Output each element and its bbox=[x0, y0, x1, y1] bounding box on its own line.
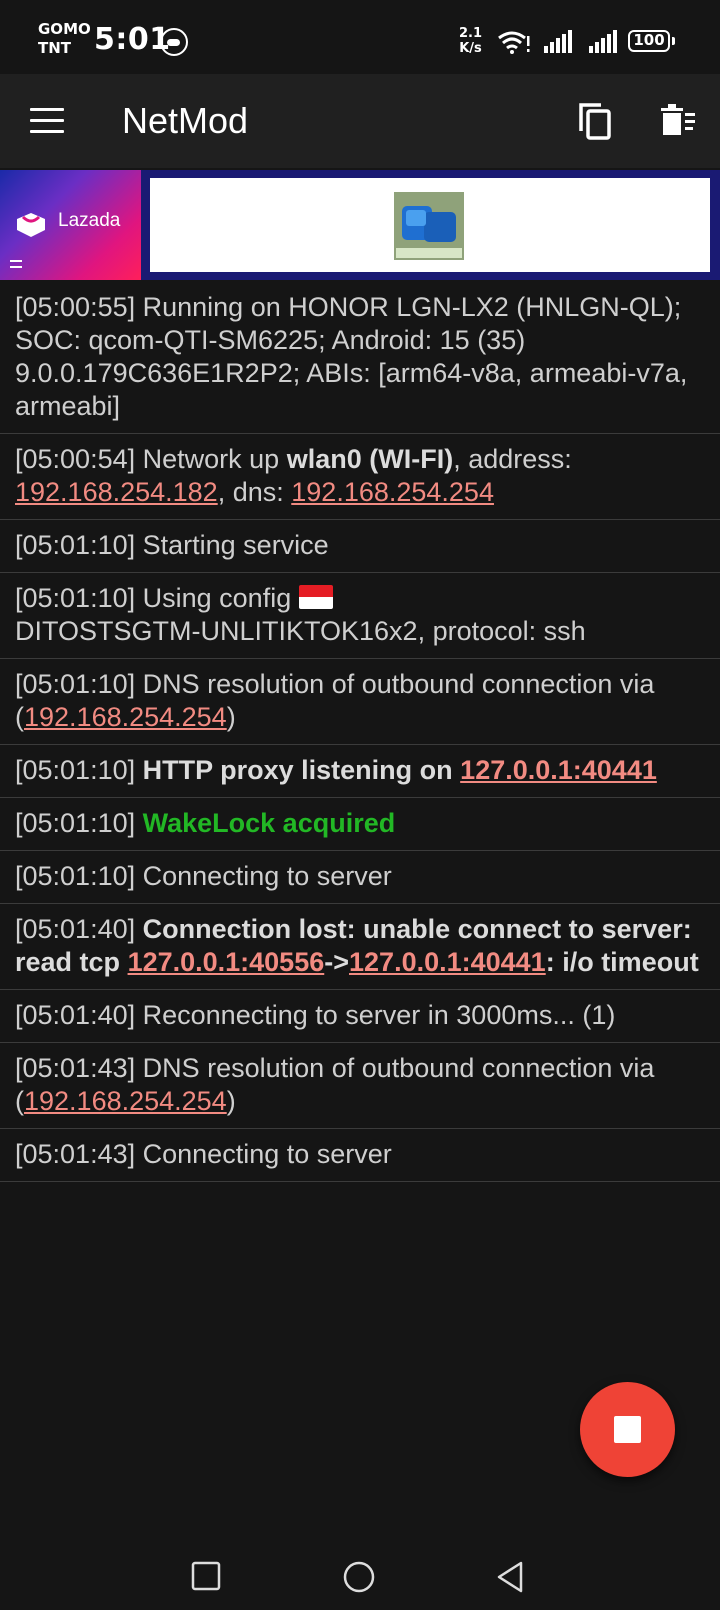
log-message: Using config bbox=[142, 583, 292, 613]
log-timestamp: [05:01:40] bbox=[15, 914, 136, 944]
log-list[interactable]: [05:00:55] Running on HONOR LGN-LX2 (HNL… bbox=[0, 282, 720, 1182]
home-icon[interactable] bbox=[342, 1560, 376, 1594]
network-speed-value: 2.1 bbox=[459, 26, 483, 41]
log-entry: [05:01:43] Connecting to server bbox=[0, 1129, 720, 1182]
log-entry: [05:01:10] Starting service bbox=[0, 520, 720, 573]
log-timestamp: [05:00:55] bbox=[15, 292, 136, 322]
log-message: HTTP proxy listening on bbox=[142, 755, 453, 785]
log-timestamp: [05:01:10] bbox=[15, 808, 136, 838]
arrow-separator: -> bbox=[324, 947, 350, 977]
ad-brand-label: Lazada bbox=[58, 210, 121, 231]
log-entry: [05:01:10] HTTP proxy listening on 127.0… bbox=[0, 745, 720, 798]
source-address-link[interactable]: 127.0.0.1:40556 bbox=[128, 947, 325, 977]
config-name: DITOSTSGTM-UNLITIKTOK16x2, protocol: ssh bbox=[15, 616, 586, 646]
back-icon[interactable] bbox=[494, 1560, 528, 1594]
log-timestamp: [05:01:43] bbox=[15, 1053, 136, 1083]
log-message: , address: bbox=[453, 444, 572, 474]
signal-icon bbox=[589, 30, 617, 53]
navigation-bar bbox=[0, 1530, 720, 1610]
copy-icon[interactable] bbox=[577, 101, 613, 141]
lazada-logo: Lazada bbox=[0, 170, 141, 280]
proxy-address-link[interactable]: 127.0.0.1:40441 bbox=[460, 755, 657, 785]
ad-menu-icon[interactable] bbox=[10, 260, 22, 268]
log-timestamp: [05:00:54] bbox=[15, 444, 136, 474]
dns-link[interactable]: 192.168.254.254 bbox=[291, 477, 494, 507]
app-title: NetMod bbox=[122, 100, 249, 141]
destination-address-link[interactable]: 127.0.0.1:40441 bbox=[349, 947, 546, 977]
delete-icon[interactable] bbox=[660, 103, 696, 139]
log-timestamp: [05:01:10] bbox=[15, 755, 136, 785]
log-message: Starting service bbox=[142, 530, 329, 560]
log-entry: [05:01:40] Reconnecting to server in 300… bbox=[0, 990, 720, 1043]
address-link[interactable]: 192.168.254.182 bbox=[15, 477, 218, 507]
network-speed: 2.1 K/s bbox=[459, 26, 482, 56]
battery-icon: 100 bbox=[628, 30, 675, 52]
signal-icon bbox=[544, 30, 572, 53]
log-timestamp: [05:01:43] bbox=[15, 1139, 136, 1169]
menu-icon[interactable] bbox=[30, 108, 64, 134]
network-speed-unit: K/s bbox=[459, 41, 482, 56]
status-bar: GOMO TNT 5:01 2.1 K/s 100 bbox=[0, 0, 720, 74]
log-entry: [05:01:10] WakeLock acquired bbox=[0, 798, 720, 851]
cloud-sync-icon bbox=[160, 28, 188, 56]
log-message: , dns: bbox=[217, 477, 284, 507]
log-timestamp: [05:01:10] bbox=[15, 669, 136, 699]
log-message: Connecting to server bbox=[142, 1139, 392, 1169]
log-message-success: WakeLock acquired bbox=[142, 808, 396, 838]
ad-product-image bbox=[394, 192, 464, 260]
ad-content[interactable] bbox=[150, 178, 710, 272]
recents-icon[interactable] bbox=[190, 1560, 222, 1592]
wifi-icon bbox=[498, 31, 530, 54]
log-message-error: : i/o timeout bbox=[545, 947, 699, 977]
ad-banner[interactable]: Lazada bbox=[0, 170, 720, 280]
log-entry: [05:01:10] Connecting to server bbox=[0, 851, 720, 904]
log-entry: [05:00:54] Network up wlan0 (WI-FI), add… bbox=[0, 434, 720, 520]
log-entry: [05:01:10] Using config DITOSTSGTM-UNLIT… bbox=[0, 573, 720, 659]
log-timestamp: [05:01:10] bbox=[15, 861, 136, 891]
dns-link[interactable]: 192.168.254.254 bbox=[24, 702, 227, 732]
log-entry: [05:00:55] Running on HONOR LGN-LX2 (HNL… bbox=[0, 282, 720, 434]
log-timestamp: [05:01:40] bbox=[15, 1000, 136, 1030]
stop-icon bbox=[614, 1416, 641, 1443]
log-entry: [05:01:40] Connection lost: unable conne… bbox=[0, 904, 720, 990]
log-message: Connecting to server bbox=[142, 861, 392, 891]
log-entry: [05:01:43] DNS resolution of outbound co… bbox=[0, 1043, 720, 1129]
log-entry: [05:01:10] DNS resolution of outbound co… bbox=[0, 659, 720, 745]
app-bar: NetMod bbox=[0, 74, 720, 168]
log-message: ) bbox=[226, 1086, 236, 1116]
carrier-name-2: TNT bbox=[38, 39, 72, 57]
carrier-name-1: GOMO bbox=[38, 20, 91, 38]
log-message: Reconnecting to server in 3000ms... (1) bbox=[142, 1000, 616, 1030]
dns-link[interactable]: 192.168.254.254 bbox=[24, 1086, 227, 1116]
log-message: ) bbox=[226, 702, 236, 732]
log-timestamp: [05:01:10] bbox=[15, 583, 136, 613]
log-timestamp: [05:01:10] bbox=[15, 530, 136, 560]
lazada-heart-icon bbox=[17, 213, 45, 237]
carrier-label: GOMO TNT bbox=[38, 20, 91, 58]
network-interface: wlan0 (WI-FI) bbox=[286, 444, 454, 474]
indonesia-flag-icon bbox=[298, 585, 333, 609]
stop-button[interactable] bbox=[580, 1382, 675, 1477]
log-message: Network up bbox=[142, 444, 280, 474]
